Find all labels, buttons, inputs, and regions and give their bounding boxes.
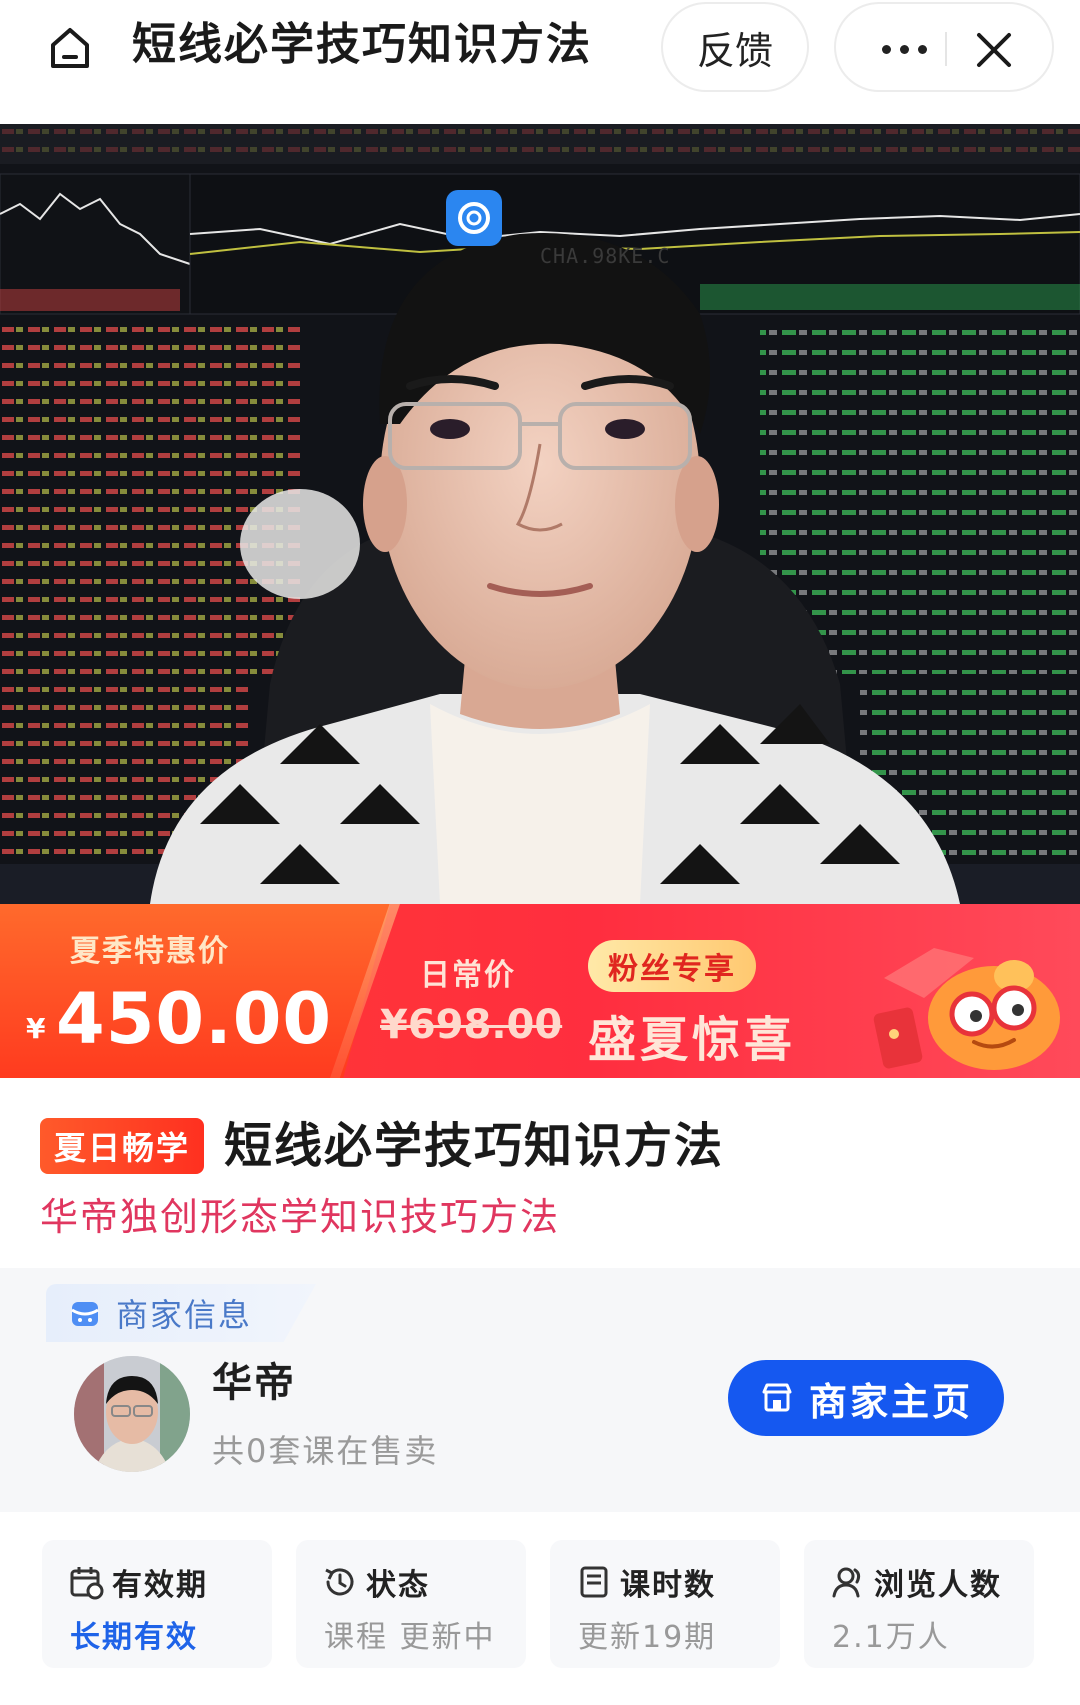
history-clock-icon [325,1568,354,1596]
merchant-course-count: 共0套课在售卖 [212,1432,439,1470]
close-icon[interactable] [966,22,1022,78]
course-cover-image: CHA.98KE.C [0,124,1080,904]
lessons-label: 课时数 [620,1568,716,1603]
shop-bag-icon [71,1302,99,1326]
mini-program-capsule [834,2,1054,92]
validity-label: 有效期 [112,1568,208,1603]
info-card-views: 浏览人数 2.1万人 [804,1540,1034,1668]
price-banner: 夏季特惠价 ¥ 450.00 日常价 ¥698.00 粉丝专享 盛夏惊喜 [0,904,1080,1078]
merchant-section-label: 商家信息 [116,1296,253,1334]
course-title: 短线必学技巧知识方法 [224,1118,725,1174]
merchant-section-header: 商家信息 [46,1284,316,1342]
fans-exclusive-tag: 粉丝专享 [588,940,756,992]
promo-price-value: 450.00 [56,978,333,1060]
campaign-text: 盛夏惊喜 [588,1012,797,1068]
promo-price-label: 夏季特惠价 [70,934,230,969]
avatar[interactable] [74,1356,190,1472]
merchant-name: 华帝 [212,1360,296,1406]
store-icon [762,1383,792,1412]
course-title-section: 夏日畅学 短线必学技巧知识方法 华帝独创形态学知识技巧方法 [0,1078,1080,1268]
regular-price-label: 日常价 [420,958,516,993]
calendar-icon [70,1567,104,1600]
views-label: 浏览人数 [874,1568,1002,1603]
course-info-cards: 有效期 长期有效 状态 课程 更新中 课时数 更新19期 浏览人数 2.1万人 [0,1512,1080,1705]
user-icon [832,1567,861,1598]
course-subtitle: 华帝独创形态学知识技巧方法 [40,1195,561,1239]
watermark-text: CHA.98KE.C [540,244,671,268]
page-title: 短线必学技巧知识方法 [132,19,592,70]
more-options-icon[interactable] [864,24,944,74]
top-navigation-bar: 短线必学技巧知识方法 反馈 [0,0,1080,124]
validity-value: 长期有效 [70,1620,198,1655]
info-card-status: 状态 课程 更新中 [296,1540,526,1668]
merchant-home-button[interactable]: 商家主页 [728,1360,1004,1436]
info-card-lessons: 课时数 更新19期 [550,1540,780,1668]
document-icon [580,1566,608,1598]
merchant-info-section: 商家信息 华帝 共0套课在售卖 商家主页 [0,1268,1080,1512]
campaign-badge: 夏日畅学 [40,1118,205,1174]
status-label: 状态 [366,1568,430,1603]
home-icon[interactable] [42,20,98,76]
merchant-home-label: 商家主页 [808,1379,973,1424]
views-value: 2.1万人 [832,1620,950,1655]
lessons-value: 更新19期 [578,1620,717,1655]
capsule-divider [945,32,947,66]
regular-price-value: ¥698.00 [380,1002,563,1048]
mascot-illustration-icon [864,918,1074,1074]
status-value: 课程 更新中 [324,1620,496,1655]
info-card-validity: 有效期 长期有效 [42,1540,272,1668]
feedback-button[interactable]: 反馈 [661,2,809,92]
watermark-logo-icon [446,190,502,246]
currency-symbol: ¥ [26,1012,46,1045]
